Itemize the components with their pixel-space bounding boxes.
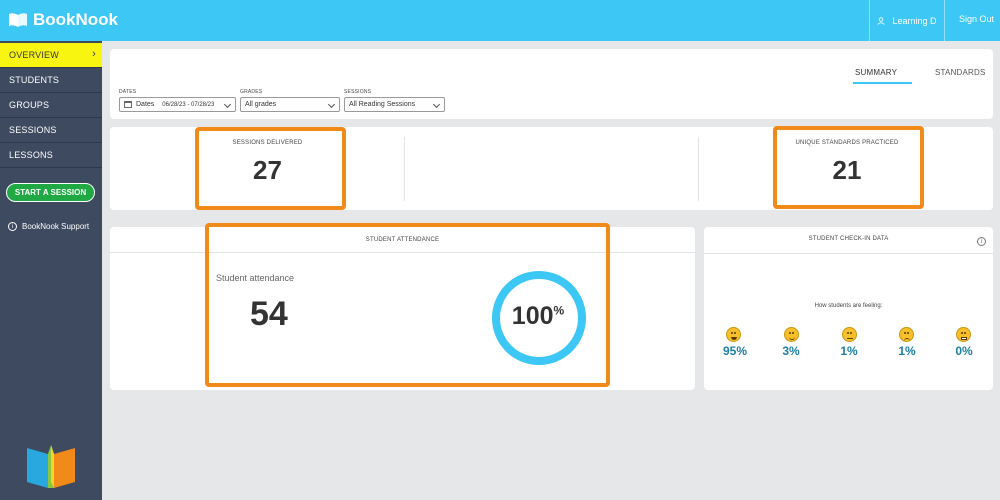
checkin-card: STUDENT CHECK-IN DATA i How students are… — [704, 227, 993, 390]
sidebar-item-label: SESSIONS — [9, 125, 57, 135]
grades-select[interactable]: All grades — [240, 97, 340, 112]
sidebar-item-label: LESSONS — [9, 150, 53, 160]
user-icon — [877, 16, 885, 25]
calendar-icon — [124, 101, 132, 108]
checkin-divider — [704, 253, 993, 254]
sessions-label: SESSIONS — [344, 89, 372, 95]
sidebar-item-students[interactable]: STUDENTS — [0, 68, 102, 93]
checkin-percent-frown: 1% — [898, 344, 916, 358]
sidebar-item-label: STUDENTS — [9, 75, 60, 85]
filter-card: SUMMARY STANDARDS DATES Dates 06/28/23 -… — [110, 49, 993, 119]
user-menu[interactable]: Learning D — [869, 0, 945, 41]
sidebar-item-overview[interactable]: OVERVIEW › — [0, 43, 102, 68]
support-link[interactable]: i BookNook Support — [8, 222, 89, 231]
frown-face-icon — [899, 327, 914, 342]
user-name: Learning D — [892, 15, 937, 26]
dates-label: DATES — [119, 89, 137, 95]
sign-out-link[interactable]: Sign Out — [959, 14, 994, 24]
sidebar-item-lessons[interactable]: LESSONS — [0, 143, 102, 168]
top-bar: BookNook Learning D Sign Out — [0, 0, 1000, 41]
stat-divider — [698, 137, 699, 201]
tab-standards[interactable]: STANDARDS — [935, 68, 986, 77]
highlight-attendance — [205, 223, 610, 387]
feeling-caption: How students are feeling: — [814, 303, 883, 309]
info-icon: i — [8, 222, 17, 231]
checkin-header: STUDENT CHECK-IN DATA — [808, 236, 889, 242]
highlight-sessions-delivered — [195, 127, 346, 210]
sidebar-item-label: GROUPS — [9, 100, 50, 110]
chevron-right-icon: › — [92, 48, 96, 60]
chevron-down-icon — [432, 100, 441, 109]
chevron-down-icon — [223, 100, 232, 109]
sessions-select[interactable]: All Reading Sessions — [344, 97, 445, 112]
book-icon — [9, 13, 27, 27]
start-session-button[interactable]: START A SESSION — [6, 183, 95, 202]
sidebar-item-groups[interactable]: GROUPS — [0, 93, 102, 118]
checkin-percent-grimace: 0% — [955, 344, 973, 358]
grimace-face-icon — [956, 327, 971, 342]
checkin-percent-smile: 3% — [782, 344, 800, 358]
checkin-percent-neutral: 1% — [840, 344, 858, 358]
highlight-unique-standards — [773, 126, 924, 209]
dates-value: 06/28/23 - 07/28/23 — [162, 101, 215, 108]
grades-label: GRADES — [240, 89, 263, 95]
grin-face-icon — [726, 327, 741, 342]
sessions-value: All Reading Sessions — [349, 101, 416, 108]
chevron-down-icon — [327, 100, 336, 109]
active-tab-indicator — [853, 82, 912, 84]
grades-value: All grades — [245, 101, 277, 108]
brand-logo[interactable]: BookNook — [8, 10, 118, 30]
smile-face-icon — [784, 327, 799, 342]
sidebar: OVERVIEW › STUDENTS GROUPS SESSIONS LESS… — [0, 41, 102, 500]
info-icon[interactable]: i — [977, 237, 986, 246]
support-label: BookNook Support — [22, 222, 90, 231]
tab-summary[interactable]: SUMMARY — [855, 68, 897, 77]
neutral-face-icon — [842, 327, 857, 342]
dates-prefix: Dates — [136, 101, 155, 108]
brand-name: BookNook — [33, 10, 118, 29]
sidebar-item-sessions[interactable]: SESSIONS — [0, 118, 102, 143]
checkin-percent-grin: 95% — [722, 344, 748, 358]
booknook-logo-icon — [27, 445, 75, 488]
dates-select[interactable]: Dates 06/28/23 - 07/28/23 — [119, 97, 236, 112]
sidebar-item-label: OVERVIEW — [9, 50, 59, 60]
stat-divider — [404, 137, 405, 201]
